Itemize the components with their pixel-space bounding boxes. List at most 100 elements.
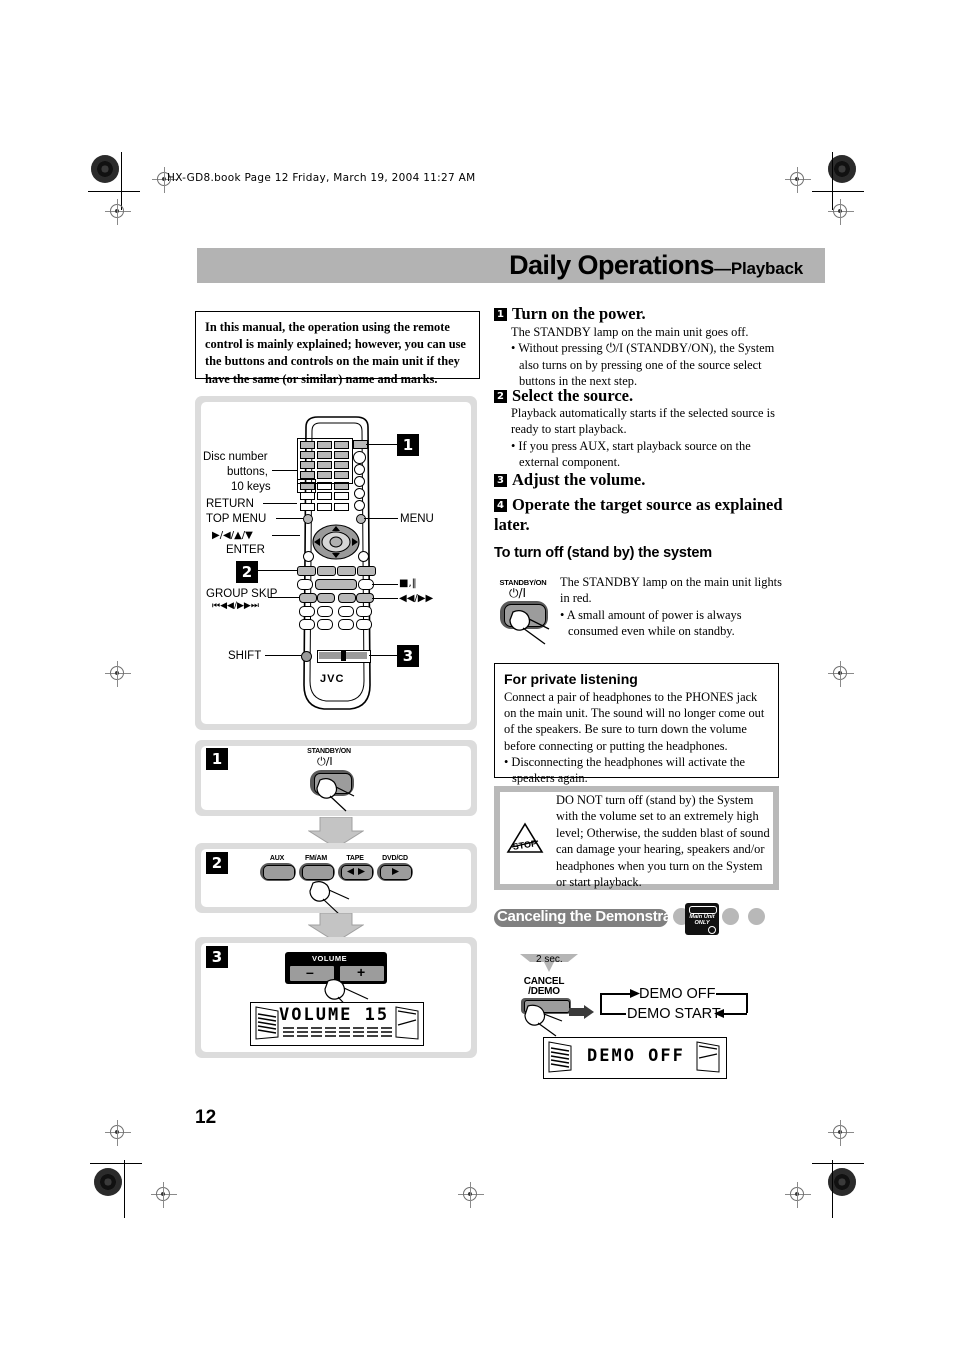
private-listening-body: Connect a pair of headphones to the PHON… bbox=[504, 690, 765, 753]
remote-group-skip-prev[interactable] bbox=[299, 593, 317, 603]
remote-circle-button-5[interactable] bbox=[354, 500, 365, 511]
remote-circle-button-10[interactable] bbox=[317, 606, 333, 617]
remote-circle-button-15[interactable] bbox=[338, 619, 354, 630]
registration-mark-right-lower bbox=[828, 1120, 854, 1146]
step-1-text: The STANDBY lamp on the main unit goes o… bbox=[511, 325, 749, 339]
remote-circle-button-14[interactable] bbox=[317, 619, 333, 630]
remote-brand-logo: JVC bbox=[320, 673, 345, 685]
tape-direction-icon bbox=[347, 868, 365, 875]
remote-key-21[interactable] bbox=[334, 503, 349, 511]
remote-circle-button-16[interactable] bbox=[356, 619, 372, 630]
step-4-heading: 4 Operate the target source as explained … bbox=[494, 495, 790, 535]
demo-flow-line-left-v bbox=[600, 993, 602, 1015]
remote-top-menu-button[interactable] bbox=[303, 514, 313, 524]
section-header-bar: Daily Operations—Playback bbox=[197, 248, 825, 283]
source-button-aux[interactable] bbox=[263, 865, 295, 880]
page-number: 12 bbox=[195, 1107, 217, 1128]
remote-circle-button-7[interactable] bbox=[358, 551, 369, 562]
step-1-title: Turn on the power. bbox=[512, 304, 646, 323]
source-button-fmam[interactable] bbox=[302, 865, 334, 880]
label-cursor-leader bbox=[272, 535, 300, 537]
step-2-heading: 2 Select the source. bbox=[494, 386, 633, 406]
label-menu-leader bbox=[364, 518, 398, 520]
step-2-number: 2 bbox=[494, 390, 507, 403]
step-2-bullet: • If you press AUX, start playback sourc… bbox=[511, 438, 751, 470]
remote-key-18[interactable] bbox=[334, 492, 349, 500]
label-shift: SHIFT bbox=[228, 650, 262, 662]
page-title-sub: —Playback bbox=[714, 259, 803, 278]
remote-key-20[interactable] bbox=[317, 503, 332, 511]
remote-key-19[interactable] bbox=[300, 503, 315, 511]
remote-source-button-aux[interactable] bbox=[297, 566, 316, 576]
crop-mark-bottomright-v bbox=[832, 1160, 833, 1218]
registration-mark-right-upper bbox=[828, 199, 854, 225]
source-label-fmam: FM/AM bbox=[305, 855, 327, 862]
remote-circle-button-3[interactable] bbox=[354, 476, 365, 487]
crop-mark-bottomleft-v bbox=[124, 1160, 125, 1218]
callout-3-leader bbox=[369, 655, 397, 657]
label-return-leader bbox=[263, 503, 297, 505]
remote-circle-button-12[interactable] bbox=[356, 606, 372, 617]
standby-power-symbol: ⏻/I bbox=[509, 586, 527, 600]
label-disc-number-line1: Disc number bbox=[203, 451, 268, 463]
pointing-hand-source-select bbox=[309, 881, 350, 916]
pointing-hand-standby bbox=[509, 610, 550, 645]
display-speaker-left bbox=[548, 1041, 572, 1073]
disc-number-keys-group bbox=[297, 438, 353, 484]
label-stop-pause: ■,‖ bbox=[399, 578, 417, 589]
caution-text: DO NOT turn off (stand by) the System wi… bbox=[556, 793, 770, 890]
remote-circle-button-2[interactable] bbox=[354, 464, 365, 475]
registration-mark-top-right bbox=[785, 167, 811, 193]
label-search: ◀◀/▶▶ bbox=[399, 593, 434, 604]
label-return: RETURN bbox=[206, 498, 254, 510]
label-disc-number-line2: buttons, bbox=[227, 466, 268, 478]
remote-shift-button[interactable] bbox=[301, 651, 312, 662]
demo-flow-line-right-v bbox=[746, 993, 748, 1013]
main-unit-only-line2: ONLY bbox=[694, 920, 710, 926]
volume-minus-sign: – bbox=[306, 964, 314, 980]
book-file-line: HX-GD8.book Page 12 Friday, March 19, 20… bbox=[167, 172, 476, 184]
remote-key-16[interactable] bbox=[300, 492, 315, 500]
remote-callout-2: 2 bbox=[236, 561, 258, 583]
remote-circle-button-1[interactable] bbox=[353, 451, 366, 464]
demo-flow-line-right-top-h bbox=[716, 993, 747, 995]
remote-circle-button-8[interactable] bbox=[297, 579, 313, 590]
step-2-title: Select the source. bbox=[512, 386, 634, 405]
remote-volume-slider-left bbox=[319, 652, 341, 659]
remote-circle-button-11[interactable] bbox=[338, 606, 354, 617]
color-registration-dot-bottomleft bbox=[94, 1168, 122, 1196]
color-registration-dot-topleft bbox=[91, 155, 119, 183]
label-group-skip-symbols: ⏮◀◀/▶▶⏭ bbox=[212, 601, 259, 611]
display-speaker-right bbox=[696, 1041, 720, 1073]
remote-source-button-fmam[interactable] bbox=[317, 566, 336, 576]
remote-group-skip-next[interactable] bbox=[317, 593, 335, 603]
remote-source-button-tape[interactable] bbox=[337, 566, 356, 576]
label-menu: MENU bbox=[400, 513, 434, 525]
demo-press-arrow bbox=[569, 1005, 594, 1019]
registration-mark-bottom-left bbox=[151, 1182, 177, 1208]
demo-flow-arrow-right bbox=[630, 989, 640, 998]
demo-band-dot-2 bbox=[722, 908, 739, 925]
remote-key-17[interactable] bbox=[317, 492, 332, 500]
unit-panel-step2-number: 2 bbox=[206, 852, 228, 874]
standby-description: The STANDBY lamp on the main unit lights… bbox=[560, 574, 790, 640]
remote-circle-button-9[interactable] bbox=[299, 606, 315, 617]
remote-circle-button-13[interactable] bbox=[299, 619, 315, 630]
demo-fl-display-text: DEMO OFF bbox=[587, 1046, 685, 1066]
remote-play-bar[interactable] bbox=[315, 579, 357, 590]
remote-circle-button-4[interactable] bbox=[354, 488, 365, 499]
remote-source-button-dvdcd[interactable] bbox=[357, 566, 376, 576]
private-listening-text: Connect a pair of headphones to the PHON… bbox=[504, 689, 769, 786]
remote-volume-slider-right bbox=[346, 652, 367, 659]
page-title: Daily Operations—Playback bbox=[509, 250, 803, 281]
registration-mark-left-upper bbox=[105, 199, 131, 225]
registration-mark-left-lower bbox=[105, 1120, 131, 1146]
remote-rewind-button[interactable] bbox=[338, 593, 356, 603]
label-disc-number-leader bbox=[272, 470, 297, 472]
step-2-body: Playback automatically starts if the sel… bbox=[511, 405, 791, 471]
callout-2-leader bbox=[258, 570, 297, 572]
page-title-main: Daily Operations bbox=[509, 250, 715, 280]
remote-navigation-ring[interactable] bbox=[312, 524, 360, 560]
unit-standby-button-label: STANDBY/ON bbox=[307, 748, 351, 755]
remote-circle-button-6[interactable] bbox=[303, 551, 314, 562]
